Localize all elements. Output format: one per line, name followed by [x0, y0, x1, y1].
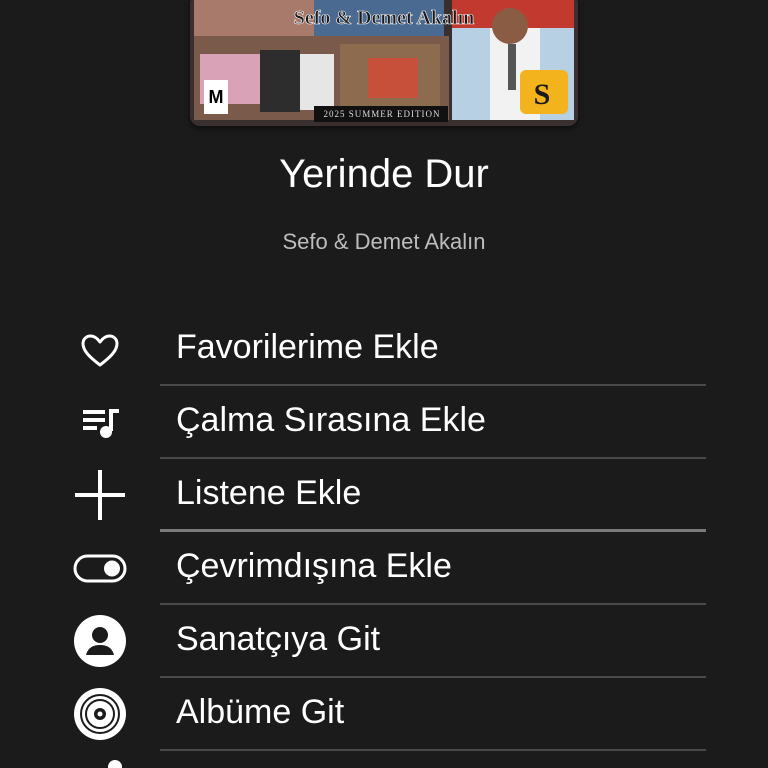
next-item-icon: [108, 760, 122, 768]
menu-item-label: Çevrimdışına Ekle: [176, 547, 452, 585]
song-artist: Sefo & Demet Akalın: [282, 229, 486, 254]
menu-item-label: Favorilerime Ekle: [176, 328, 439, 366]
menu-item-label: Albüme Git: [176, 693, 345, 731]
menu-item-label: Listene Ekle: [176, 474, 362, 512]
menu-item-label: Çalma Sırasına Ekle: [176, 401, 486, 439]
logo-badge-text: S: [534, 78, 551, 111]
menu-item-add-to-queue[interactable]: Çalma Sırasına Ekle: [0, 386, 768, 459]
queue-icon: [70, 392, 130, 452]
artist-icon: [70, 611, 130, 671]
plus-icon: [70, 465, 130, 525]
cover-edition-text: 2025 SUMMER EDITION: [324, 109, 441, 119]
menu-item-add-favorites[interactable]: Favorilerime Ekle: [0, 313, 768, 386]
menu-item-go-to-album[interactable]: Albüme Git: [0, 678, 768, 751]
song-title: Yerinde Dur: [279, 152, 489, 196]
menu-item-add-to-playlist[interactable]: Listene Ekle: [0, 459, 768, 532]
album-icon: [70, 684, 130, 744]
rating-badge-text: M: [209, 87, 224, 107]
menu-item-go-to-artist[interactable]: Sanatçıya Git: [0, 605, 768, 678]
divider: [160, 749, 706, 751]
cover-title-text: Sefo & Demet Akalın: [294, 7, 475, 29]
toggle-icon: [70, 538, 130, 598]
menu-item-add-offline[interactable]: Çevrimdışına Ekle: [0, 532, 768, 605]
menu-item-label: Sanatçıya Git: [176, 620, 381, 658]
heart-icon: [70, 319, 130, 379]
album-cover[interactable]: M S Sefo & Demet Akalın 2025 SUMMER EDIT…: [190, 0, 578, 126]
